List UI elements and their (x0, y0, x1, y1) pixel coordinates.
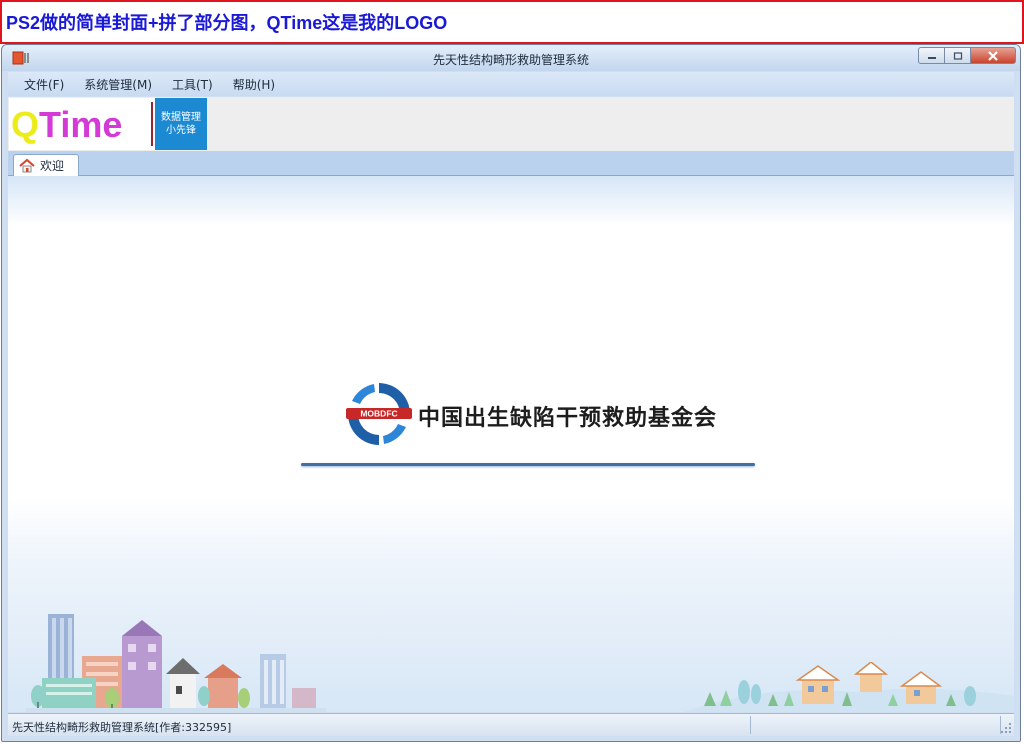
menu-help[interactable]: 帮助(H) (223, 76, 285, 93)
menu-file[interactable]: 文件(F) (8, 76, 74, 93)
foundation-name: 中国出生缺陷干预救助基金会 (418, 405, 718, 431)
logo-subtitle-line1: 数据管理 (161, 112, 201, 123)
window-controls (918, 47, 1016, 64)
maximize-icon (953, 51, 962, 60)
home-icon (19, 158, 35, 172)
tab-strip: 欢迎 (8, 151, 1014, 176)
caption-banner: PS2做的简单封面+拼了部分图，QTime这是我的LOGO (0, 0, 1024, 44)
status-text: 先天性结构畸形救助管理系统[作者:332595] (12, 721, 232, 734)
menu-tools[interactable]: 工具(T) (162, 76, 223, 93)
caption-text: PS2做的简单封面+拼了部分图，QTime这是我的LOGO (6, 13, 448, 33)
sky-background (8, 176, 1014, 226)
toolbar: Q Time 数据管理 小先锋 (8, 97, 1014, 151)
city-skyline-left (26, 614, 326, 712)
close-icon (988, 50, 998, 61)
close-button[interactable] (970, 47, 1016, 64)
status-bar: 先天性结构畸形救助管理系统[作者:332595] (8, 713, 1014, 736)
qtime-logo: Q Time 数据管理 小先锋 (9, 98, 207, 150)
title-underline (301, 463, 755, 466)
welcome-page: MOBDFC 中国出生缺陷干预救助基金会 (8, 176, 1014, 712)
resize-grip-icon[interactable] (1000, 722, 1012, 734)
window-title: 先天性结构畸形救助管理系统 (432, 53, 589, 67)
app-window: 先天性结构畸形救助管理系统 文件(F) 系统管理(M) 工具(T) 帮助(H) … (1, 44, 1021, 742)
menu-system-management[interactable]: 系统管理(M) (74, 76, 162, 93)
foundation-emblem-icon: MOBDFC (346, 383, 412, 445)
village-right (684, 662, 1014, 712)
maximize-button[interactable] (944, 47, 970, 64)
emblem-text: MOBDFC (360, 409, 397, 419)
tab-welcome[interactable]: 欢迎 (13, 154, 79, 176)
title-bar[interactable]: 先天性结构畸形救助管理系统 (2, 45, 1020, 71)
logo-time: Time (39, 104, 123, 145)
tab-welcome-label: 欢迎 (40, 159, 65, 173)
status-separator (750, 716, 751, 734)
logo-subtitle-line2: 小先锋 (166, 125, 196, 136)
minimize-icon (927, 56, 936, 59)
minimize-button[interactable] (918, 47, 944, 64)
logo-q: Q (11, 104, 40, 145)
menu-bar: 文件(F) 系统管理(M) 工具(T) 帮助(H) (8, 72, 1014, 96)
logo-subtitle: 数据管理 小先锋 (155, 98, 207, 150)
logo-divider (151, 102, 153, 146)
